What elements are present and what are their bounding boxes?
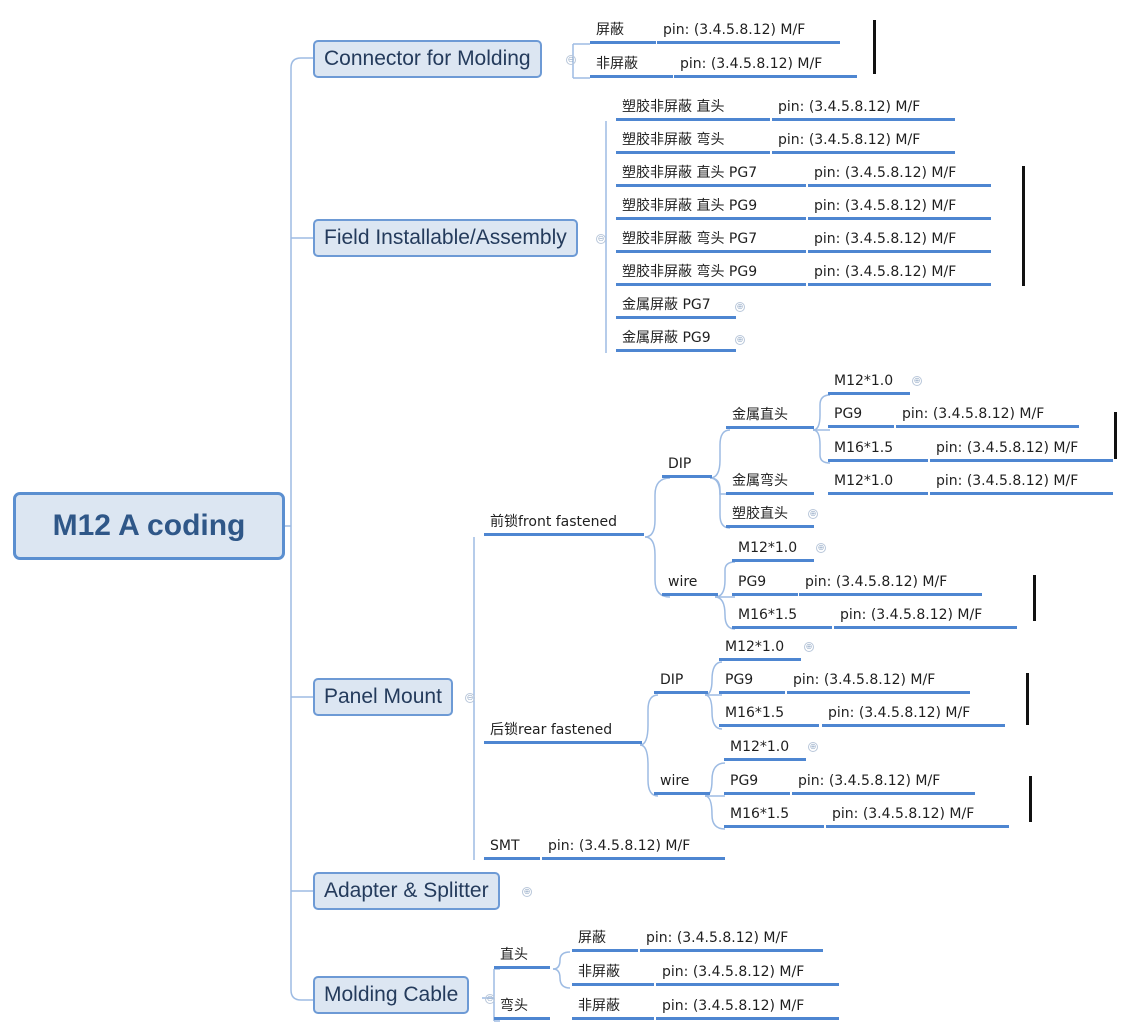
expand-toggle-icon[interactable]: ⊕ xyxy=(816,543,826,553)
expand-toggle-icon[interactable]: ⊕ xyxy=(522,887,532,897)
expand-toggle-icon[interactable]: ⊕ xyxy=(808,742,818,752)
node-plastic-straight[interactable]: 塑胶直头 xyxy=(726,504,814,528)
node-pg9[interactable]: PG9 xyxy=(719,670,785,694)
node-rear-fastened[interactable]: 后锁rear fastened xyxy=(484,720,642,744)
node-plastic-straight[interactable]: 塑胶非屏蔽 直头 xyxy=(616,97,770,121)
bracket-mark xyxy=(1026,673,1029,725)
node-dip[interactable]: DIP xyxy=(654,670,708,694)
node-pin-spec[interactable]: pin: (3.4.5.8.12) M/F xyxy=(674,54,857,78)
node-straight[interactable]: 直头 xyxy=(494,945,550,969)
expand-toggle-icon[interactable]: ⊕ xyxy=(804,642,814,652)
bracket-mark xyxy=(1022,166,1025,286)
node-pin-spec[interactable]: pin: (3.4.5.8.12) M/F xyxy=(656,962,839,986)
node-unshielded[interactable]: 非屏蔽 xyxy=(590,54,673,78)
node-pin-spec[interactable]: pin: (3.4.5.8.12) M/F xyxy=(896,404,1079,428)
bracket-mark xyxy=(1114,412,1117,459)
node-metal-angled[interactable]: 金属弯头 xyxy=(726,471,814,495)
node-pin-spec[interactable]: pin: (3.4.5.8.12) M/F xyxy=(657,20,840,44)
bracket-mark xyxy=(873,20,876,74)
node-plastic-straight-pg9[interactable]: 塑胶非屏蔽 直头 PG9 xyxy=(616,196,806,220)
root-node[interactable]: M12 A coding xyxy=(13,492,285,560)
node-shielded[interactable]: 屏蔽 xyxy=(572,928,638,952)
bracket-mark xyxy=(1033,575,1036,621)
node-pin-spec[interactable]: pin: (3.4.5.8.12) M/F xyxy=(808,262,991,286)
node-pin-spec[interactable]: pin: (3.4.5.8.12) M/F xyxy=(772,97,955,121)
node-pin-spec[interactable]: pin: (3.4.5.8.12) M/F xyxy=(930,471,1113,495)
node-plastic-angled-pg9[interactable]: 塑胶非屏蔽 弯头 PG9 xyxy=(616,262,806,286)
node-plastic-straight-pg7[interactable]: 塑胶非屏蔽 直头 PG7 xyxy=(616,163,806,187)
node-wire[interactable]: wire xyxy=(654,771,710,795)
node-unshielded[interactable]: 非屏蔽 xyxy=(572,962,654,986)
node-m16[interactable]: M16*1.5 xyxy=(732,605,832,629)
node-m12[interactable]: M12*1.0 xyxy=(732,538,814,562)
node-shielded[interactable]: 屏蔽 xyxy=(590,20,656,44)
node-pin-spec[interactable]: pin: (3.4.5.8.12) M/F xyxy=(640,928,823,952)
node-metal-shielded-pg7[interactable]: 金属屏蔽 PG7 xyxy=(616,295,736,319)
collapse-toggle-icon[interactable]: ⊖ xyxy=(465,693,475,703)
expand-toggle-icon[interactable]: ⊕ xyxy=(808,509,818,519)
branch-connector-for-molding[interactable]: Connector for Molding xyxy=(313,40,542,78)
node-m12[interactable]: M12*1.0 xyxy=(828,471,928,495)
node-m16[interactable]: M16*1.5 xyxy=(724,804,824,828)
node-pin-spec[interactable]: pin: (3.4.5.8.12) M/F xyxy=(656,996,839,1020)
node-pin-spec[interactable]: pin: (3.4.5.8.12) M/F xyxy=(822,703,1005,727)
node-pin-spec[interactable]: pin: (3.4.5.8.12) M/F xyxy=(834,605,1017,629)
node-m12[interactable]: M12*1.0 xyxy=(724,737,806,761)
node-unshielded[interactable]: 非屏蔽 xyxy=(572,996,654,1020)
expand-toggle-icon[interactable]: ⊕ xyxy=(735,302,745,312)
collapse-toggle-icon[interactable]: ⊖ xyxy=(596,234,606,244)
branch-field-installable[interactable]: Field Installable/Assembly xyxy=(313,219,578,257)
node-pin-spec[interactable]: pin: (3.4.5.8.12) M/F xyxy=(930,438,1113,462)
node-m16[interactable]: M16*1.5 xyxy=(719,703,819,727)
node-pin-spec[interactable]: pin: (3.4.5.8.12) M/F xyxy=(542,836,725,860)
node-m12[interactable]: M12*1.0 xyxy=(719,637,801,661)
branch-panel-mount[interactable]: Panel Mount xyxy=(313,678,453,716)
branch-molding-cable[interactable]: Molding Cable xyxy=(313,976,470,1014)
node-pin-spec[interactable]: pin: (3.4.5.8.12) M/F xyxy=(787,670,970,694)
node-pin-spec[interactable]: pin: (3.4.5.8.12) M/F xyxy=(808,229,991,253)
bracket-mark xyxy=(1029,776,1032,822)
node-plastic-angled[interactable]: 塑胶非屏蔽 弯头 xyxy=(616,130,770,154)
node-pin-spec[interactable]: pin: (3.4.5.8.12) M/F xyxy=(772,130,955,154)
node-pg9[interactable]: PG9 xyxy=(724,771,790,795)
node-metal-shielded-pg9[interactable]: 金属屏蔽 PG9 xyxy=(616,328,736,352)
node-m16[interactable]: M16*1.5 xyxy=(828,438,928,462)
node-pin-spec[interactable]: pin: (3.4.5.8.12) M/F xyxy=(826,804,1009,828)
node-pg9[interactable]: PG9 xyxy=(732,572,798,596)
node-pin-spec[interactable]: pin: (3.4.5.8.12) M/F xyxy=(792,771,975,795)
collapse-toggle-icon[interactable]: ⊖ xyxy=(566,55,576,65)
node-pin-spec[interactable]: pin: (3.4.5.8.12) M/F xyxy=(808,196,991,220)
node-pin-spec[interactable]: pin: (3.4.5.8.12) M/F xyxy=(808,163,991,187)
node-pg9[interactable]: PG9 xyxy=(828,404,894,428)
node-metal-straight[interactable]: 金属直头 xyxy=(726,405,814,429)
expand-toggle-icon[interactable]: ⊕ xyxy=(735,335,745,345)
node-angled[interactable]: 弯头 xyxy=(494,996,550,1020)
node-pin-spec[interactable]: pin: (3.4.5.8.12) M/F xyxy=(799,572,982,596)
node-m12[interactable]: M12*1.0 xyxy=(828,371,910,395)
node-wire[interactable]: wire xyxy=(662,572,718,596)
node-dip[interactable]: DIP xyxy=(662,454,712,478)
node-smt[interactable]: SMT xyxy=(484,836,540,860)
node-front-fastened[interactable]: 前锁front fastened xyxy=(484,512,644,536)
node-plastic-angled-pg7[interactable]: 塑胶非屏蔽 弯头 PG7 xyxy=(616,229,806,253)
expand-toggle-icon[interactable]: ⊕ xyxy=(912,376,922,386)
branch-adapter-splitter[interactable]: Adapter & Splitter xyxy=(313,872,500,910)
